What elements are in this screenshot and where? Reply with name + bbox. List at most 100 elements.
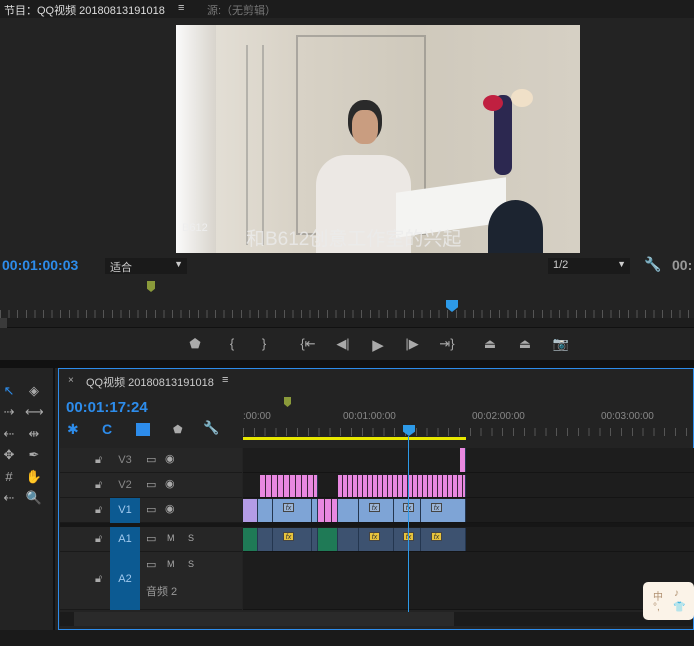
play-button[interactable]: ▶ (368, 336, 388, 354)
lock-icon[interactable]: 🔓︎ (95, 479, 102, 492)
solo-button[interactable]: S (188, 559, 194, 569)
track-header-v3: 🔓︎ V3 ▭ ◉ (60, 448, 242, 473)
mark-in-button[interactable]: { (222, 336, 242, 351)
playhead-line (408, 436, 409, 612)
lock-icon[interactable]: 🔓︎ (95, 533, 102, 546)
eye-icon[interactable]: ◉ (165, 452, 175, 465)
ripple-edit-tool-icon[interactable]: ⟷ (25, 403, 44, 421)
sync-lock-icon[interactable]: ▭ (146, 558, 156, 571)
track-select-tool-icon[interactable]: ⇢ (0, 403, 18, 421)
track-label[interactable]: A1 (110, 527, 140, 552)
work-area-bar[interactable] (243, 437, 466, 440)
ime-chinese-icon[interactable]: 中 (653, 588, 663, 603)
timeline-settings-wrench-icon[interactable]: 🔧 (203, 420, 219, 436)
fx-badge: fx (283, 503, 294, 512)
monitor-scrollbar[interactable] (0, 318, 694, 328)
clip[interactable] (318, 528, 338, 551)
clip[interactable]: fx (421, 528, 466, 551)
slip-tool-icon[interactable]: ✥ (0, 446, 18, 464)
timeline-timecode[interactable]: 00:01:17:24 (66, 399, 148, 416)
tab-source[interactable]: 源:（无剪辑） (207, 2, 276, 18)
ime-widget[interactable]: 中 ♪ °, 👕 (643, 582, 694, 620)
status-bar (0, 630, 694, 646)
track-a1[interactable]: fx fx fx fx (243, 527, 694, 552)
lock-icon[interactable]: 🔓︎ (95, 454, 102, 467)
program-timecode[interactable]: 00:01:00:03 (2, 257, 78, 273)
fx-badge: fx (431, 532, 442, 541)
step-forward-button[interactable]: |▶ (402, 336, 422, 352)
add-marker-button[interactable]: ⬟ (185, 336, 205, 352)
slide-tool-icon[interactable]: # (0, 468, 18, 486)
track-label[interactable]: V1 (110, 498, 140, 523)
tab-program[interactable]: 节目：QQ视频 20180813191018 (4, 2, 165, 18)
add-marker-icon[interactable]: ⬟ (173, 423, 183, 436)
eye-icon[interactable]: ◉ (165, 477, 175, 490)
zoom-level-value: 适合 (110, 262, 132, 274)
solo-button[interactable]: S (188, 533, 194, 543)
clip[interactable]: fx (273, 499, 312, 522)
nest-icon[interactable]: ✱ (67, 421, 79, 438)
clip[interactable] (318, 499, 338, 522)
clip[interactable] (243, 528, 258, 551)
linked-selection-icon[interactable] (136, 423, 150, 436)
clip[interactable] (338, 499, 359, 522)
sequence-tab[interactable]: QQ视频 20180813191018 (86, 374, 214, 390)
clip[interactable]: fx (359, 499, 394, 522)
wrench-icon[interactable]: 🔧 (644, 256, 661, 273)
timeline-scrollbar[interactable] (60, 612, 693, 626)
clip[interactable]: fx (421, 499, 466, 522)
track-header-a2: 🔓︎ A2 ▭ M S 音频 2 (60, 552, 242, 610)
track-a2[interactable] (243, 552, 694, 610)
timeline-ruler[interactable] (243, 428, 694, 436)
sync-lock-icon[interactable]: ▭ (146, 453, 156, 466)
ime-moon-icon[interactable]: ♪ (674, 588, 679, 599)
lock-icon[interactable]: 🔓︎ (95, 504, 102, 517)
go-to-in-button[interactable]: {⇤ (298, 336, 318, 352)
ime-skin-icon[interactable]: 👕 (673, 602, 685, 613)
export-frame-camera-icon[interactable]: 📷 (551, 336, 571, 352)
timeline-menu-icon[interactable]: ≡ (222, 374, 228, 386)
ime-punctuation-icon[interactable]: °, (653, 602, 660, 613)
eye-icon[interactable]: ◉ (165, 502, 175, 515)
lift-button[interactable]: ⏏ (480, 336, 500, 352)
sync-lock-icon[interactable]: ▭ (146, 532, 156, 545)
clip[interactable] (243, 499, 258, 522)
panel-menu-icon[interactable]: ≡ (178, 2, 184, 14)
monitor-ruler[interactable] (0, 310, 694, 318)
track-label[interactable]: V3 (110, 454, 140, 466)
close-icon[interactable]: × (68, 375, 74, 386)
mute-button[interactable]: M (167, 559, 175, 569)
track-label[interactable]: A2 (110, 552, 140, 610)
track-v3[interactable] (243, 448, 694, 473)
extract-button[interactable]: ⏏ (515, 336, 535, 352)
clip[interactable] (258, 528, 273, 551)
mark-out-button[interactable]: } (254, 336, 274, 351)
clip[interactable]: fx (359, 528, 394, 551)
hand-tool-icon[interactable]: ✋ (25, 468, 43, 486)
mute-button[interactable]: M (167, 533, 175, 543)
lock-icon[interactable]: 🔓︎ (95, 573, 102, 586)
rolling-edit-tool-icon[interactable]: ⇹ (25, 425, 43, 443)
sync-lock-icon[interactable]: ▭ (146, 503, 156, 516)
clip[interactable]: fx (273, 528, 312, 551)
track-v1[interactable]: fx fx fx fx (243, 498, 694, 523)
step-back-button[interactable]: ◀| (333, 336, 353, 352)
selection-tool-icon[interactable]: ↖ (0, 382, 18, 400)
zoom-tool-icon[interactable]: 🔍 (25, 489, 43, 507)
pen-tool-icon[interactable]: ✒ (25, 446, 43, 464)
sync-lock-icon[interactable]: ▭ (146, 478, 156, 491)
clip-group[interactable] (260, 475, 318, 497)
clip[interactable] (460, 448, 466, 472)
snap-magnet-icon[interactable]: C (102, 421, 112, 437)
track-select-backward-icon[interactable]: ⇠ (0, 489, 18, 507)
razor-tool-icon[interactable]: ◈ (25, 382, 43, 400)
clip[interactable] (338, 528, 359, 551)
zoom-level-select[interactable]: 适合 ▼ (105, 258, 187, 274)
clip-group[interactable] (338, 475, 466, 497)
clip[interactable] (258, 499, 273, 522)
rate-stretch-tool-icon[interactable]: ⇠ (0, 425, 18, 443)
go-to-out-button[interactable]: ⇥} (437, 336, 457, 352)
resolution-select[interactable]: 1/2 ▼ (548, 258, 630, 274)
track-label[interactable]: V2 (110, 479, 140, 491)
track-v2[interactable] (243, 473, 694, 498)
